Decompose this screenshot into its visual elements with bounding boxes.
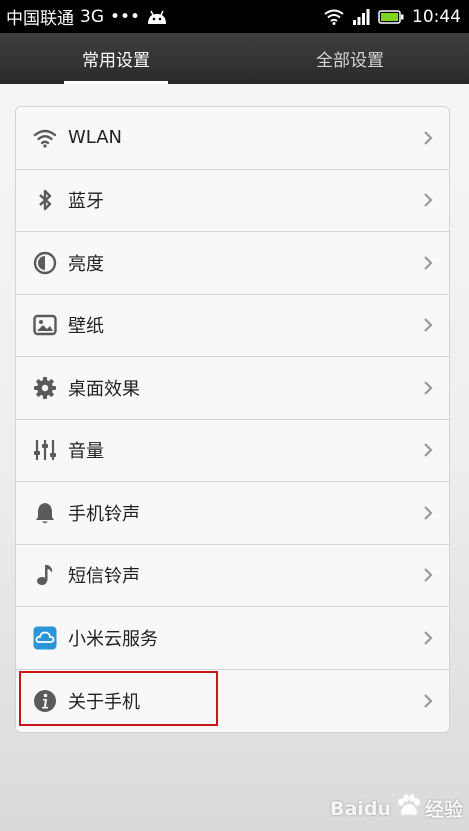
active-tab-indicator <box>64 81 168 84</box>
settings-item-label: 音量 <box>68 441 104 463</box>
status-left: 中国联通 3G ••• <box>6 0 168 33</box>
settings-item-label: 蓝牙 <box>68 191 104 213</box>
watermark-suffix: 经验 <box>424 799 463 821</box>
tab-bar: 常用设置 全部设置 <box>0 33 469 84</box>
carrier-label: 中国联通 <box>6 9 74 29</box>
settings-item-sms-tone[interactable]: 短信铃声 <box>16 545 449 607</box>
settings-item-ringtone[interactable]: 手机铃声 <box>16 482 449 545</box>
settings-item-label: 小米云服务 <box>68 628 158 650</box>
wifi-status-icon <box>324 9 344 25</box>
settings-item-bluetooth[interactable]: 蓝牙 <box>16 170 449 232</box>
cloud-icon <box>33 626 57 650</box>
settings-list: WLAN 蓝牙 亮度 壁纸 桌面效果 音量 手机铃声 短信铃声 小米云服务 关于… <box>15 106 450 733</box>
chevron-right-icon <box>424 193 433 208</box>
paw-icon <box>395 794 421 823</box>
bell-icon <box>33 501 57 525</box>
settings-item-label: 短信铃声 <box>68 566 140 588</box>
clock: 10:44 <box>412 6 461 27</box>
gear-icon <box>33 376 57 400</box>
settings-item-desktop-effects[interactable]: 桌面效果 <box>16 357 449 420</box>
settings-item-volume[interactable]: 音量 <box>16 420 449 482</box>
chevron-right-icon <box>424 255 433 270</box>
settings-item-label: 亮度 <box>68 253 104 275</box>
settings-item-brightness[interactable]: 亮度 <box>16 232 449 295</box>
tab-common-settings[interactable]: 常用设置 <box>40 33 192 84</box>
android-icon <box>146 8 168 26</box>
battery-icon <box>378 9 404 24</box>
signal-icon <box>352 8 370 25</box>
chevron-right-icon <box>424 380 433 395</box>
chevron-right-icon <box>424 568 433 583</box>
chevron-right-icon <box>424 505 433 520</box>
network-type: 3G <box>80 6 104 27</box>
brightness-icon <box>33 251 57 275</box>
chevron-right-icon <box>424 630 433 645</box>
chevron-right-icon <box>424 130 433 145</box>
settings-item-label: 桌面效果 <box>68 378 140 400</box>
status-right: 10:44 <box>324 0 461 33</box>
settings-item-wlan[interactable]: WLAN <box>16 107 449 170</box>
music-note-icon <box>33 563 57 587</box>
chevron-right-icon <box>424 318 433 333</box>
watermark-brand: Baidu <box>330 797 391 820</box>
bluetooth-icon <box>33 188 57 212</box>
settings-item-wallpaper[interactable]: 壁纸 <box>16 295 449 357</box>
settings-item-mi-cloud[interactable]: 小米云服务 <box>16 607 449 670</box>
tab-all-settings[interactable]: 全部设置 <box>274 33 426 84</box>
settings-item-label: 壁纸 <box>68 316 104 338</box>
status-bar: 中国联通 3G ••• 10:44 <box>0 0 469 33</box>
highlight-box <box>19 671 218 726</box>
settings-item-label: WLAN <box>68 127 123 149</box>
watermark: Baidu 经验 <box>330 794 463 823</box>
wallpaper-icon <box>33 313 57 337</box>
chevron-right-icon <box>424 443 433 458</box>
notification-dots: ••• <box>110 6 141 27</box>
wifi-icon <box>33 126 57 150</box>
chevron-right-icon <box>424 693 433 708</box>
volume-sliders-icon <box>33 438 57 462</box>
settings-item-label: 手机铃声 <box>68 503 140 525</box>
